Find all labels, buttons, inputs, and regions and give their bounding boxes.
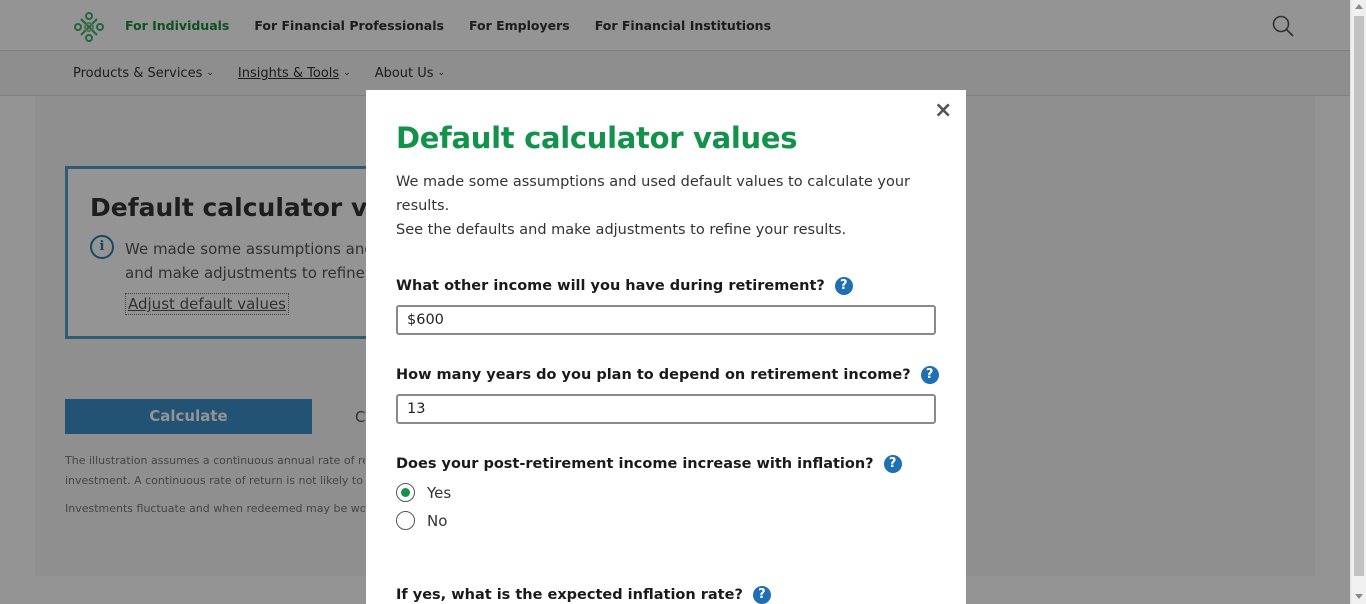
- modal-title: Default calculator values: [396, 121, 798, 155]
- years-depend-label: How many years do you plan to depend on …: [396, 366, 939, 384]
- question-text: How many years do you plan to depend on …: [396, 367, 911, 383]
- inflation-no-option[interactable]: No: [396, 511, 447, 530]
- page-scrollbar[interactable]: [1350, 0, 1366, 604]
- radio-no[interactable]: [396, 511, 415, 530]
- intro-line: We made some assumptions and used defaul…: [396, 174, 911, 214]
- years-depend-input[interactable]: [396, 394, 936, 424]
- question-text: If yes, what is the expected inflation r…: [396, 587, 743, 603]
- modal-intro: We made some assumptions and used defaul…: [396, 170, 936, 242]
- radio-yes-label: Yes: [427, 483, 452, 502]
- close-icon[interactable]: ×: [934, 98, 952, 123]
- inflation-yes-option[interactable]: Yes: [396, 483, 451, 502]
- scrollbar-thumb[interactable]: [1354, 16, 1364, 576]
- question-text: Does your post-retirement income increas…: [396, 456, 874, 472]
- help-icon[interactable]: ?: [920, 366, 939, 384]
- other-income-label: What other income will you have during r…: [396, 277, 853, 295]
- intro-line: See the defaults and make adjustments to…: [396, 222, 847, 238]
- scroll-down-icon[interactable]: [1355, 594, 1363, 599]
- default-values-modal: × Default calculator values We made some…: [366, 90, 966, 604]
- radio-no-label: No: [427, 511, 448, 530]
- other-income-input[interactable]: [396, 305, 936, 335]
- scroll-up-icon[interactable]: [1355, 4, 1363, 9]
- help-icon[interactable]: ?: [834, 277, 853, 295]
- question-text: What other income will you have during r…: [396, 278, 825, 294]
- help-icon[interactable]: ?: [883, 455, 902, 473]
- inflation-increase-label: Does your post-retirement income increas…: [396, 455, 902, 473]
- help-icon[interactable]: ?: [752, 586, 771, 604]
- radio-yes[interactable]: [396, 483, 415, 502]
- inflation-rate-label: If yes, what is the expected inflation r…: [396, 586, 771, 604]
